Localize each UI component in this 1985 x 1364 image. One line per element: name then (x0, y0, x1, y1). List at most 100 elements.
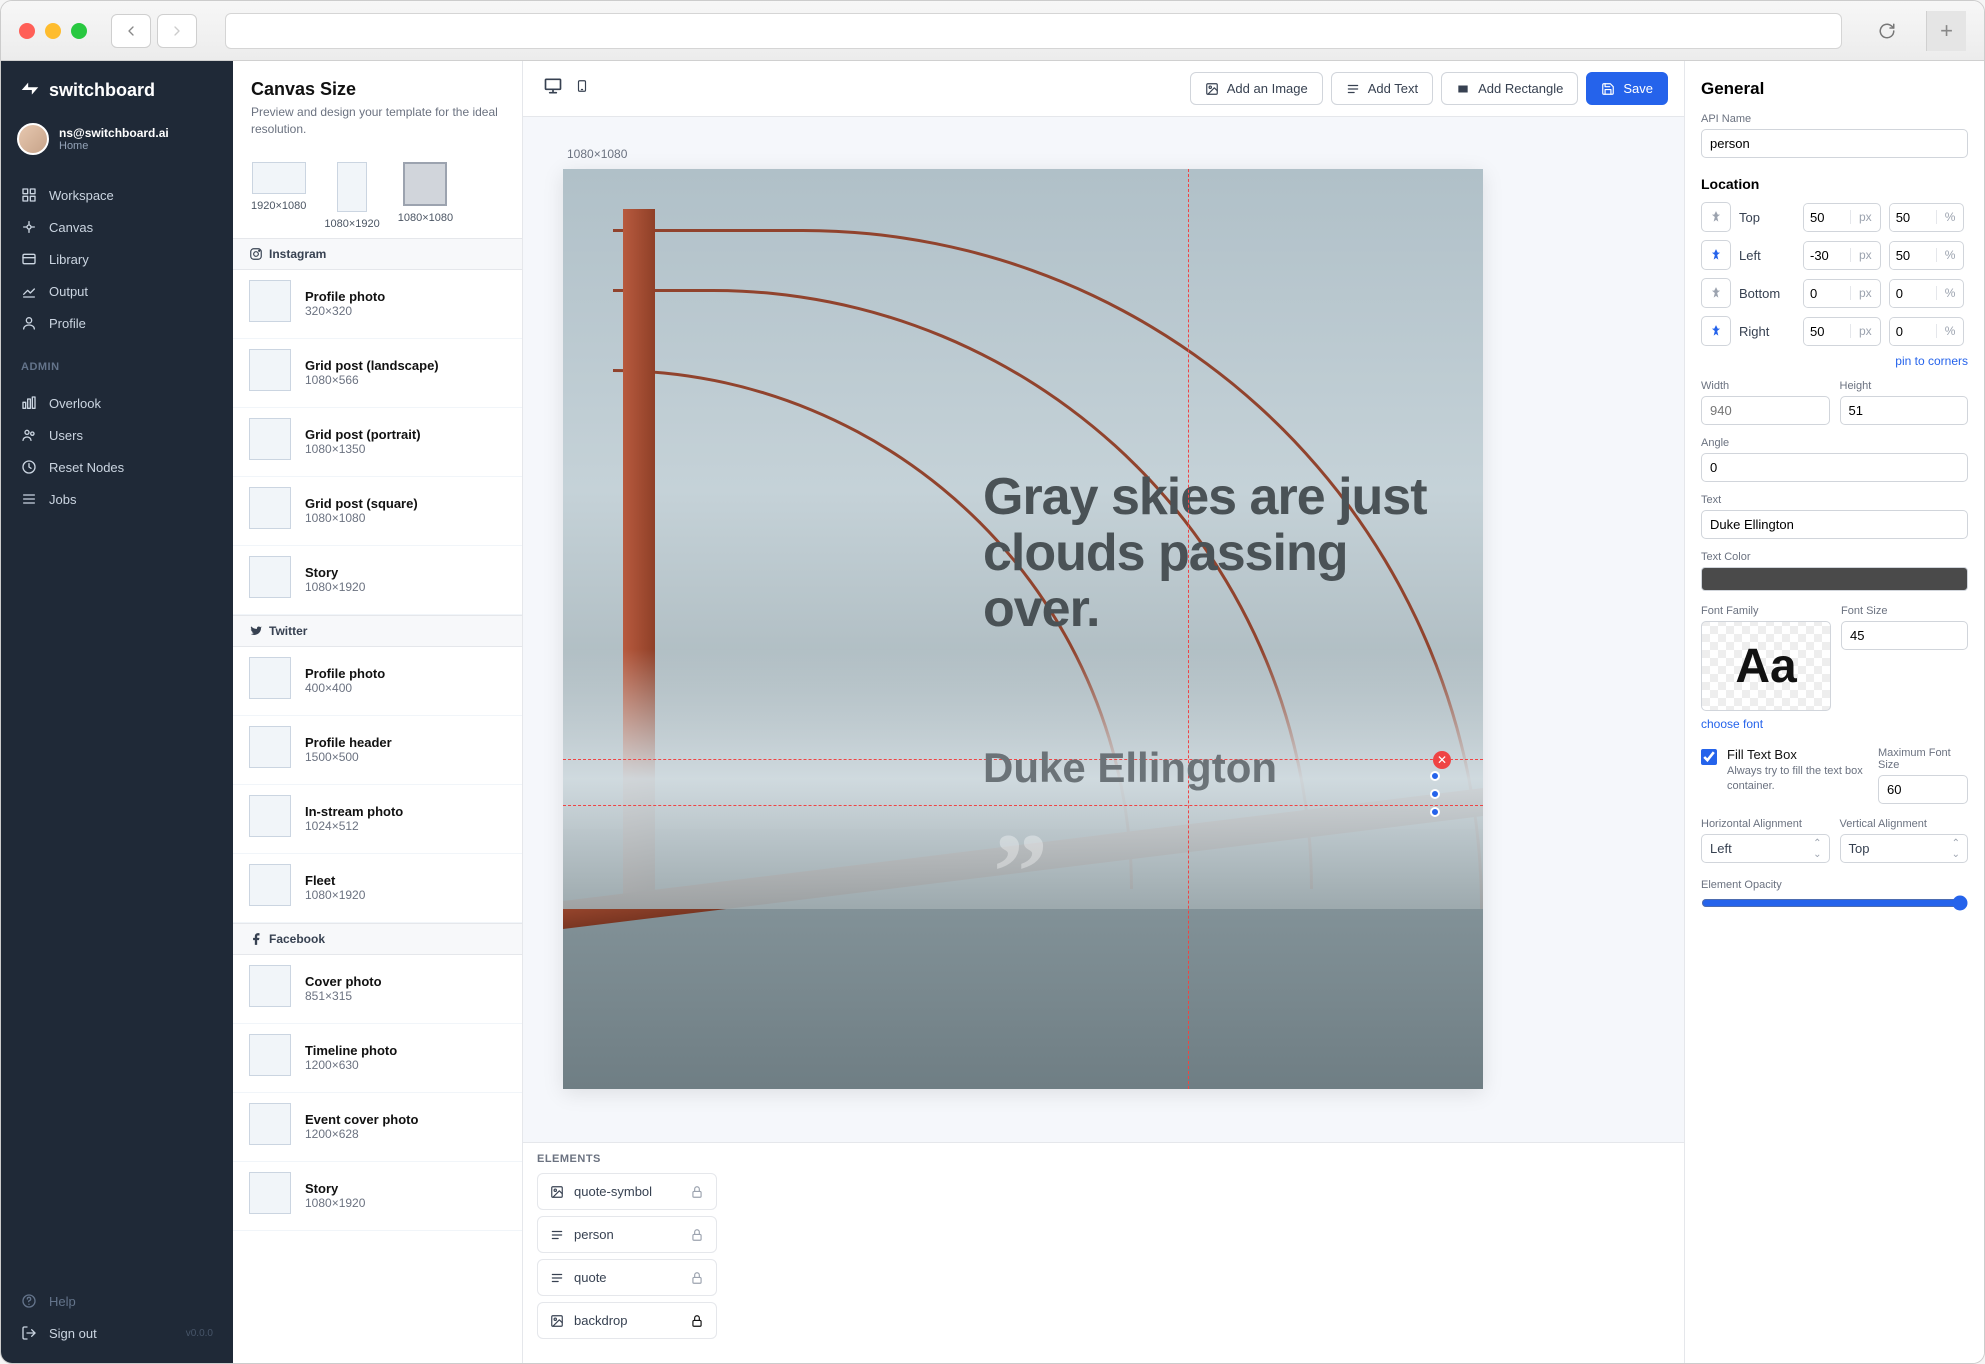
size-preset-in-stream-photo[interactable]: In-stream photo1024×512 (233, 785, 522, 854)
size-preset-grid-post-landscape-[interactable]: Grid post (landscape)1080×566 (233, 339, 522, 408)
size-preset-profile-header[interactable]: Profile header1500×500 (233, 716, 522, 785)
pin-left-button[interactable] (1701, 240, 1731, 270)
lock-icon[interactable] (690, 1185, 704, 1199)
loc-right-unit[interactable]: px (1850, 324, 1880, 338)
reload-button[interactable] (1870, 14, 1904, 48)
size-preset-cover-photo[interactable]: Cover photo851×315 (233, 955, 522, 1024)
delete-element-icon[interactable]: ✕ (1433, 751, 1451, 769)
canvas-viewport[interactable]: 1080×1080 Gray skies are just clouds pas… (523, 117, 1684, 1142)
loc-bottom-value[interactable] (1804, 280, 1850, 307)
size-preset-story[interactable]: Story1080×1920 (233, 546, 522, 615)
sidebar-item-profile[interactable]: Profile (1, 307, 233, 339)
user-block[interactable]: ns@switchboard.ai Home (1, 115, 233, 171)
sidebar-item-users[interactable]: Users (1, 419, 233, 451)
rectangle-icon (1456, 82, 1470, 96)
element-row-backdrop[interactable]: backdrop (537, 1302, 717, 1339)
loc-top-unit[interactable]: px (1850, 210, 1880, 224)
text-color-swatch[interactable] (1701, 567, 1968, 591)
sidebar-item-help[interactable]: Help (1, 1285, 233, 1317)
forward-button[interactable] (157, 14, 197, 48)
size-preset-event-cover-photo[interactable]: Event cover photo1200×628 (233, 1093, 522, 1162)
sidebar-item-canvas[interactable]: Canvas (1, 211, 233, 243)
selection-handle[interactable] (1430, 807, 1440, 817)
loc-right-value[interactable] (1804, 318, 1850, 345)
element-row-quote[interactable]: quote (537, 1259, 717, 1296)
canvas-person-element[interactable]: Duke Ellington (983, 744, 1443, 804)
size-preset-timeline-photo[interactable]: Timeline photo1200×630 (233, 1024, 522, 1093)
size-preset-grid-post-square-[interactable]: Grid post (square)1080×1080 (233, 477, 522, 546)
loc-right-pct[interactable] (1890, 318, 1936, 345)
custom-size-1080x1080[interactable]: 1080×1080 (398, 162, 453, 230)
new-tab-button[interactable]: + (1926, 11, 1966, 51)
max-font-input[interactable] (1878, 775, 1968, 804)
pin-bottom-button[interactable] (1701, 278, 1731, 308)
canvas-dim-label: 1080×1080 (567, 147, 1644, 161)
loc-top-pct[interactable] (1890, 204, 1936, 231)
lock-icon[interactable] (690, 1271, 704, 1285)
canvas-quote-symbol[interactable]: ” (993, 809, 1030, 936)
close-window-icon[interactable] (19, 23, 35, 39)
loc-bottom-unit[interactable]: px (1850, 286, 1880, 300)
opacity-slider[interactable] (1701, 895, 1968, 911)
sidebar-item-output[interactable]: Output (1, 275, 233, 307)
loc-left-pct-unit[interactable]: % (1936, 248, 1964, 262)
url-bar[interactable] (225, 13, 1842, 49)
loc-right-pct-unit[interactable]: % (1936, 324, 1964, 338)
height-input[interactable] (1840, 396, 1969, 425)
fill-text-box-checkbox[interactable] (1701, 749, 1717, 765)
selection-handle[interactable] (1430, 771, 1440, 781)
sidebar-item-jobs[interactable]: Jobs (1, 483, 233, 515)
api-name-input[interactable] (1701, 129, 1968, 158)
loc-bottom-pct-unit[interactable]: % (1936, 286, 1964, 300)
text-input[interactable] (1701, 510, 1968, 539)
canvas-quote-text[interactable]: Gray skies are just clouds passing over. (983, 469, 1453, 637)
pin-top-button[interactable] (1701, 202, 1731, 232)
pin-right-button[interactable] (1701, 316, 1731, 346)
selection-handle[interactable] (1430, 789, 1440, 799)
size-preset-grid-post-portrait-[interactable]: Grid post (portrait)1080×1350 (233, 408, 522, 477)
size-preset-profile-photo[interactable]: Profile photo320×320 (233, 270, 522, 339)
max-font-label: Maximum Font Size (1878, 747, 1968, 771)
artboard[interactable]: Gray skies are just clouds passing over.… (563, 169, 1483, 1089)
choose-font-link[interactable]: choose font (1701, 717, 1763, 731)
add-image-button[interactable]: Add an Image (1190, 72, 1323, 105)
loc-top-value[interactable] (1804, 204, 1850, 231)
mobile-view-icon[interactable] (571, 72, 593, 105)
pin-to-corners-link[interactable]: pin to corners (1895, 354, 1968, 368)
overlook-icon (21, 395, 37, 411)
loc-bottom-pct[interactable] (1890, 280, 1936, 307)
sidebar-item-overlook[interactable]: Overlook (1, 387, 233, 419)
sidebar-item-workspace[interactable]: Workspace (1, 179, 233, 211)
back-button[interactable] (111, 14, 151, 48)
sidebar-item-signout[interactable]: Sign out v0.0.0 (1, 1317, 233, 1349)
loc-left-pct[interactable] (1890, 242, 1936, 269)
loc-left-unit[interactable]: px (1850, 248, 1880, 262)
save-button[interactable]: Save (1586, 72, 1668, 105)
maximize-window-icon[interactable] (71, 23, 87, 39)
save-icon (1601, 82, 1615, 96)
h-align-select[interactable]: Left (1701, 834, 1830, 863)
desktop-view-icon[interactable] (539, 72, 567, 105)
lock-icon[interactable] (690, 1314, 704, 1328)
add-rectangle-button[interactable]: Add Rectangle (1441, 72, 1578, 105)
lock-icon[interactable] (690, 1228, 704, 1242)
custom-size-1080x1920[interactable]: 1080×1920 (324, 162, 379, 230)
size-preset-story[interactable]: Story1080×1920 (233, 1162, 522, 1231)
angle-input[interactable] (1701, 453, 1968, 482)
brand-name: switchboard (49, 80, 155, 101)
width-input[interactable] (1701, 396, 1830, 425)
sidebar-item-library[interactable]: Library (1, 243, 233, 275)
element-row-person[interactable]: person (537, 1216, 717, 1253)
add-text-button[interactable]: Add Text (1331, 72, 1433, 105)
loc-top-pct-unit[interactable]: % (1936, 210, 1964, 224)
minimize-window-icon[interactable] (45, 23, 61, 39)
loc-left-label: Left (1739, 248, 1795, 263)
size-preset-fleet[interactable]: Fleet1080×1920 (233, 854, 522, 923)
size-preset-profile-photo[interactable]: Profile photo400×400 (233, 647, 522, 716)
sidebar-item-reset-nodes[interactable]: Reset Nodes (1, 451, 233, 483)
loc-left-value[interactable] (1804, 242, 1850, 269)
v-align-select[interactable]: Top (1840, 834, 1969, 863)
font-size-input[interactable] (1841, 621, 1968, 650)
custom-size-1920x1080[interactable]: 1920×1080 (251, 162, 306, 230)
element-row-quote-symbol[interactable]: quote-symbol (537, 1173, 717, 1210)
